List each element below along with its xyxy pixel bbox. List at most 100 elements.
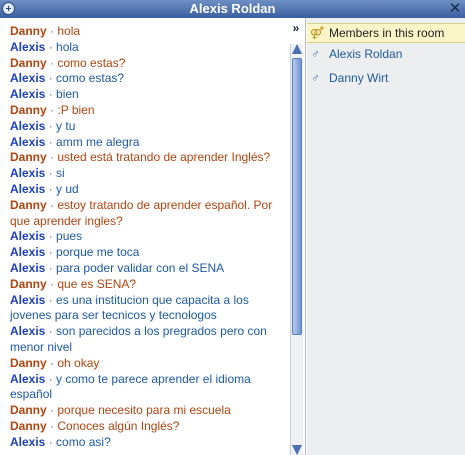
message-item: Alexis · pues	[10, 229, 281, 245]
message-sender: Danny	[10, 355, 47, 370]
message-sender: Alexis	[10, 292, 46, 307]
members-icon: ⚤	[310, 26, 325, 40]
member-item[interactable]: ♂ Danny Wirt	[307, 68, 465, 88]
message-item: Alexis · y como te parece aprender el id…	[10, 372, 281, 404]
message-sender: Danny	[10, 102, 47, 117]
close-icon[interactable]: ✕	[448, 0, 462, 18]
message-item: Alexis · hola	[10, 40, 281, 56]
message-text: que es SENA?	[57, 276, 137, 291]
message-separator: ·	[48, 260, 53, 275]
message-text: porque necesito para mi escuela	[57, 403, 231, 418]
message-sender: Alexis	[10, 166, 46, 181]
members-header: ⚤ Members in this room	[307, 23, 465, 43]
message-text: usted está tratando de aprender Inglés?	[57, 150, 271, 165]
message-sender: Alexis	[10, 118, 46, 133]
message-text: oh okay	[57, 355, 100, 370]
message-separator: ·	[48, 371, 53, 386]
collapse-panel-icon[interactable]: »	[289, 21, 303, 35]
message-sender: Alexis	[10, 181, 46, 196]
message-text: como asi?	[56, 434, 111, 449]
message-separator: ·	[50, 418, 55, 433]
message-separator: ·	[50, 355, 55, 370]
message-item: Danny · oh okay	[10, 356, 281, 372]
message-separator: ·	[50, 403, 55, 418]
scroll-thumb[interactable]	[292, 58, 302, 335]
zoom-icon[interactable]	[2, 2, 15, 15]
member-item[interactable]: ♂ Alexis Roldan	[307, 44, 465, 64]
members-panel: ⚤ Members in this room ♂ Alexis Roldan ♂…	[307, 18, 465, 455]
message-separator: ·	[50, 102, 55, 117]
message-text: :P bien	[57, 102, 95, 117]
message-separator: ·	[48, 434, 53, 449]
message-item: Danny · hola	[10, 24, 281, 40]
message-text: bien	[56, 87, 79, 102]
members-title: Members in this room	[329, 26, 445, 40]
message-item: Danny · usted está tratando de aprender …	[10, 150, 281, 166]
male-icon: ♂	[311, 47, 320, 61]
window-title: Alexis Roldan	[189, 1, 276, 16]
message-sender: Alexis	[10, 434, 46, 449]
message-text: hola	[56, 39, 79, 54]
message-item: Danny · estoy tratando de aprender españ…	[10, 198, 281, 230]
message-sender: Danny	[10, 276, 47, 291]
message-text: Conoces algún Inglés?	[57, 418, 180, 433]
message-separator: ·	[50, 150, 55, 165]
message-text: como estas?	[57, 55, 126, 70]
message-separator: ·	[48, 118, 53, 133]
message-separator: ·	[50, 55, 55, 70]
message-item: Danny · que es SENA?	[10, 277, 281, 293]
message-sender: Danny	[10, 197, 47, 212]
message-item: Alexis · y tu	[10, 119, 281, 135]
message-item: Alexis · como estas?	[10, 71, 281, 87]
message-item: Alexis · son parecidos a los pregrados p…	[10, 324, 281, 356]
message-text: y ud	[56, 181, 79, 196]
message-item: Alexis · si	[10, 166, 281, 182]
chat-window: Alexis Roldan ✕ Danny · hola Alexis · hol…	[0, 0, 465, 455]
message-item: Alexis · es una institucion que capacita…	[10, 293, 281, 325]
message-text: si	[56, 166, 65, 181]
chat-scrollbar[interactable]	[290, 44, 303, 455]
message-sender: Alexis	[10, 71, 46, 86]
message-item: Danny · Conoces algún Inglés?	[10, 419, 281, 435]
message-item: Danny · como estas?	[10, 56, 281, 72]
message-sender: Alexis	[10, 39, 46, 54]
title-bar: Alexis Roldan ✕	[0, 0, 465, 18]
scroll-up-icon[interactable]	[292, 44, 302, 54]
message-separator: ·	[50, 276, 55, 291]
message-item: Alexis · porque me toca	[10, 245, 281, 261]
message-separator: ·	[48, 181, 53, 196]
member-name: Alexis Roldan	[329, 47, 403, 61]
message-separator: ·	[48, 324, 53, 339]
message-sender: Danny	[10, 150, 47, 165]
message-text: es una institucion que capacita a los jo…	[10, 292, 249, 323]
message-item: Alexis · bien	[10, 87, 281, 103]
message-item: Alexis · amm me alegra	[10, 135, 281, 151]
message-separator: ·	[48, 39, 53, 54]
message-separator: ·	[48, 134, 53, 149]
message-text: y tu	[56, 118, 76, 133]
message-separator: ·	[50, 197, 55, 212]
message-separator: ·	[48, 166, 53, 181]
message-sender: Danny	[10, 55, 47, 70]
message-text: hola	[57, 24, 81, 38]
message-sender: Danny	[10, 418, 47, 433]
message-sender: Alexis	[10, 87, 46, 102]
message-separator: ·	[50, 24, 55, 38]
message-list: Danny · hola Alexis · hola Danny · como es…	[0, 18, 285, 455]
message-sender: Danny	[10, 24, 47, 38]
message-sender: Alexis	[10, 229, 46, 244]
message-separator: ·	[48, 87, 53, 102]
member-name: Danny Wirt	[329, 71, 389, 85]
message-sender: Alexis	[10, 324, 46, 339]
message-separator: ·	[48, 245, 53, 260]
message-item: Danny · :P bien	[10, 103, 281, 119]
message-separator: ·	[48, 71, 53, 86]
message-item: Alexis · y ud	[10, 182, 281, 198]
message-text: porque me toca	[56, 245, 140, 260]
message-sender: Alexis	[10, 260, 46, 275]
message-text: y como te parece aprender el idioma espa…	[10, 371, 251, 402]
scroll-down-icon[interactable]	[292, 445, 302, 455]
message-text: para poder validar con el SENA	[56, 260, 225, 275]
message-sender: Alexis	[10, 134, 46, 149]
message-item: Danny · porque necesito para mi escuela	[10, 403, 281, 419]
